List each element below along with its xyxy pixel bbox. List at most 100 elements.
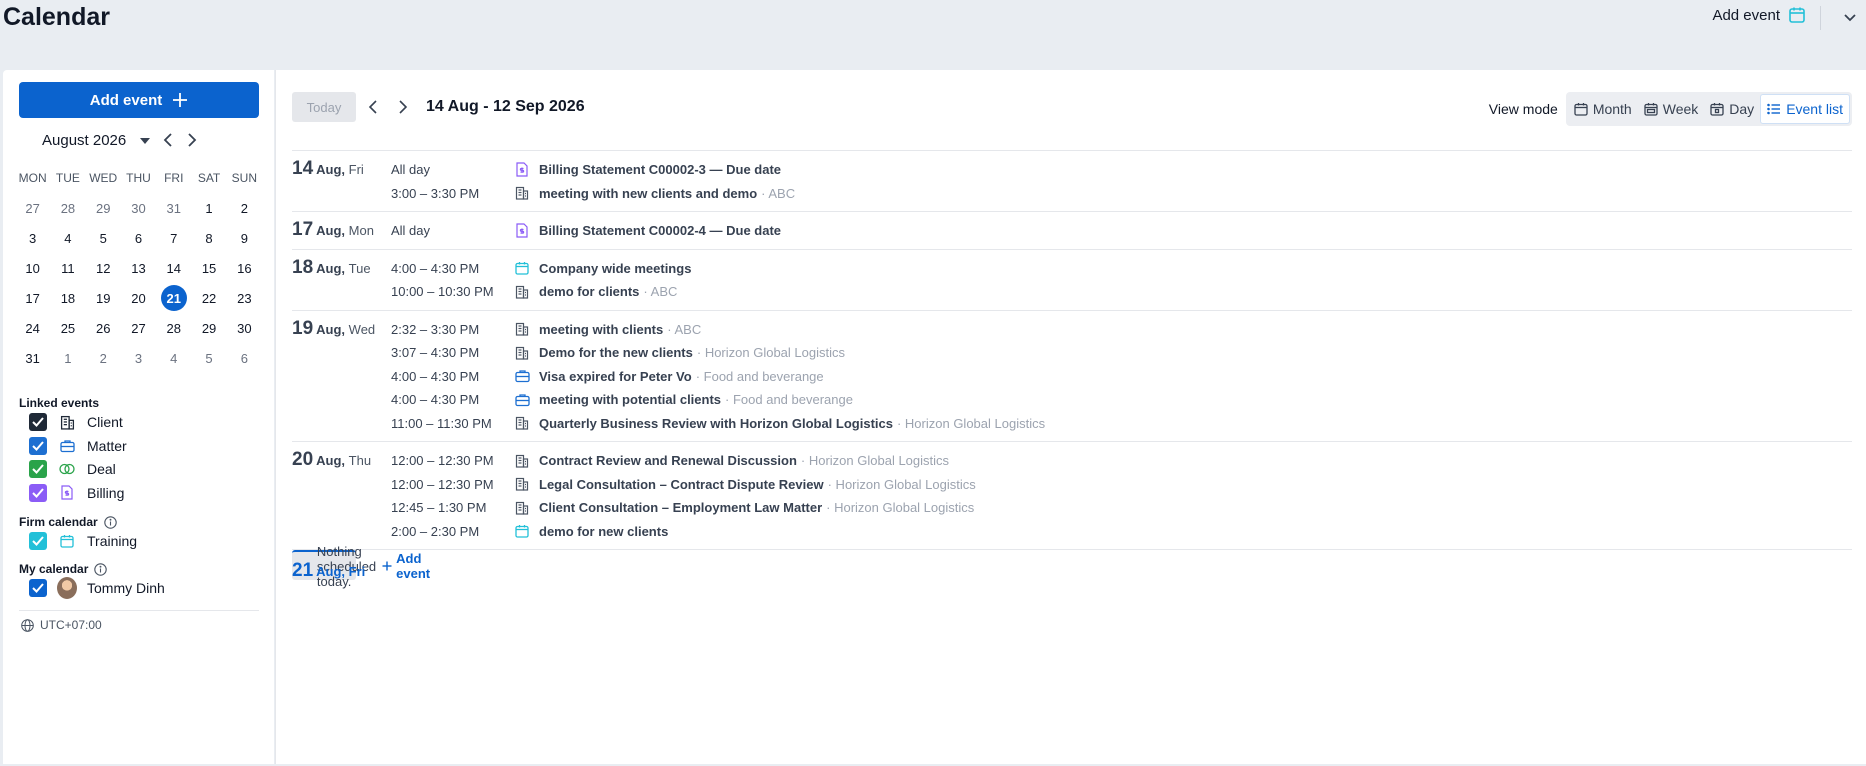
calendar-day-cell[interactable]: 29: [86, 195, 121, 221]
event-title[interactable]: demo for clients: [539, 284, 639, 299]
event-row[interactable]: 4:00 – 4:30 PM Visa expired for Peter Vo ·…: [391, 365, 1852, 389]
calendar-day-cell[interactable]: 17: [15, 285, 50, 311]
event-row[interactable]: 3:07 – 4:30 PM Demo for the new clients · …: [391, 341, 1852, 365]
add-event-link[interactable]: Add event: [382, 551, 430, 581]
calendar-filter-tommy-dinh[interactable]: Tommy Dinh: [29, 577, 165, 599]
calendar-day-cell[interactable]: 2: [86, 345, 121, 371]
calendar-day-cell[interactable]: 3: [121, 345, 156, 371]
event-row[interactable]: 12:00 – 12:30 PM Legal Consultation – Con…: [391, 473, 1852, 497]
calendar-day-cell[interactable]: 1: [50, 345, 85, 371]
event-title[interactable]: Billing Statement C00002-4 — Due date: [539, 223, 781, 238]
info-icon[interactable]: [94, 562, 108, 576]
event-title[interactable]: meeting with potential clients: [539, 392, 721, 407]
calendar-day-cell[interactable]: 8: [191, 225, 226, 251]
prev-range-button[interactable]: [360, 92, 386, 122]
event-title[interactable]: Demo for the new clients: [539, 345, 693, 360]
calendar-day-cell[interactable]: 6: [227, 345, 262, 371]
calendar-day-cell[interactable]: 5: [86, 225, 121, 251]
calendar-day-cell[interactable]: 25: [50, 315, 85, 341]
calendar-day-cell[interactable]: 31: [156, 195, 191, 221]
event-row[interactable]: 2:32 – 3:30 PM meeting with clients · ABC: [391, 318, 1852, 342]
calendar-day-cell[interactable]: 18: [50, 285, 85, 311]
next-month-button[interactable]: [185, 132, 199, 148]
event-title[interactable]: Contract Review and Renewal Discussion: [539, 453, 797, 468]
next-range-button[interactable]: [390, 92, 416, 122]
event-title[interactable]: Company wide meetings: [539, 261, 691, 276]
event-row[interactable]: All day Billing Statement C00002-3 — Due …: [391, 158, 1852, 182]
calendar-day-cell[interactable]: 27: [121, 315, 156, 341]
calendar-day-cell[interactable]: 29: [191, 315, 226, 341]
calendar-day-cell[interactable]: 10: [15, 255, 50, 281]
calendar-day-cell[interactable]: 19: [86, 285, 121, 311]
calendar-day-cell[interactable]: 22: [191, 285, 226, 311]
calendar-filter-billing[interactable]: Billing: [29, 482, 124, 504]
event-row[interactable]: 3:00 – 3:30 PM meeting with new clients a…: [391, 182, 1852, 206]
view-event-list-button[interactable]: Event list: [1760, 94, 1850, 124]
calendar-day-cell[interactable]: 28: [50, 195, 85, 221]
view-week-button[interactable]: Week: [1638, 94, 1705, 124]
calendar-day-cell[interactable]: 4: [50, 225, 85, 251]
calendar-day-cell[interactable]: 16: [227, 255, 262, 281]
event-title[interactable]: Quarterly Business Review with Horizon G…: [539, 416, 893, 431]
calendar-day-number: 3: [134, 350, 143, 366]
calendar-day-cell[interactable]: 14: [156, 255, 191, 281]
calendar-filter-training[interactable]: Training: [29, 530, 137, 552]
calendar-filter-deal[interactable]: Deal: [29, 458, 116, 480]
info-icon[interactable]: [103, 515, 117, 529]
event-row[interactable]: 11:00 – 11:30 PM Quarterly Business Revie…: [391, 412, 1852, 436]
calendar-day-cell[interactable]: 6: [121, 225, 156, 251]
calendar-day-cell[interactable]: 30: [227, 315, 262, 341]
event-row[interactable]: 12:45 – 1:30 PM Client Consultation – Emp…: [391, 496, 1852, 520]
calendar-day-cell[interactable]: 28: [156, 315, 191, 341]
event-row[interactable]: 2:00 – 2:30 PM demo for new clients: [391, 520, 1852, 544]
calendar-day-cell[interactable]: 5: [191, 345, 226, 371]
event-title[interactable]: Client Consultation – Employment Law Mat…: [539, 500, 822, 515]
chevron-down-icon[interactable]: [1842, 9, 1858, 25]
checkbox[interactable]: [29, 579, 47, 597]
event-row[interactable]: 4:00 – 4:30 PM Company wide meetings: [391, 257, 1852, 281]
day-group: 17 Aug, Mon All day Billing Statement C0000…: [292, 212, 1852, 250]
calendar-day-cell[interactable]: 30: [121, 195, 156, 221]
calendar-filter-client[interactable]: Client: [29, 411, 123, 433]
calendar-day-cell[interactable]: 4: [156, 345, 191, 371]
month-picker[interactable]: August 2026: [42, 132, 151, 149]
event-row[interactable]: 12:00 – 12:30 PM Contract Review and Rene…: [391, 449, 1852, 473]
today-button[interactable]: Today: [292, 92, 356, 122]
calendar-day-cell[interactable]: 13: [121, 255, 156, 281]
calendar-day-cell[interactable]: 31: [15, 345, 50, 371]
view-day-button[interactable]: Day: [1704, 94, 1760, 124]
calendar-filter-matter[interactable]: Matter: [29, 435, 127, 457]
prev-month-button[interactable]: [161, 132, 175, 148]
event-row[interactable]: 10:00 – 10:30 PM demo for clients · ABC: [391, 280, 1852, 304]
view-month-button[interactable]: Month: [1568, 94, 1638, 124]
calendar-day-cell[interactable]: 23: [227, 285, 262, 311]
add-event-button[interactable]: Add event: [19, 82, 259, 118]
calendar-day-cell[interactable]: 11: [50, 255, 85, 281]
calendar-day-cell[interactable]: 20: [121, 285, 156, 311]
calendar-day-cell[interactable]: 27: [15, 195, 50, 221]
calendar-day-cell[interactable]: 9: [227, 225, 262, 251]
calendar-day-cell[interactable]: 26: [86, 315, 121, 341]
event-title[interactable]: demo for new clients: [539, 524, 668, 539]
checkbox[interactable]: [29, 413, 47, 431]
event-title[interactable]: Billing Statement C00002-3 — Due date: [539, 162, 781, 177]
calendar-day-cell[interactable]: 12: [86, 255, 121, 281]
event-title[interactable]: meeting with clients: [539, 322, 663, 337]
checkbox[interactable]: [29, 483, 47, 502]
calendar-day-cell[interactable]: 7: [156, 225, 191, 251]
calendar-day-cell[interactable]: 15: [191, 255, 226, 281]
event-title[interactable]: Visa expired for Peter Vo: [539, 369, 692, 384]
event-row[interactable]: 4:00 – 4:30 PM meeting with potential cli…: [391, 388, 1852, 412]
calendar-day-cell[interactable]: 3: [15, 225, 50, 251]
checkbox[interactable]: [29, 460, 47, 478]
event-title[interactable]: meeting with new clients and demo: [539, 186, 757, 201]
event-title[interactable]: Legal Consultation – Contract Dispute Re…: [539, 477, 824, 492]
calendar-day-cell[interactable]: 1: [191, 195, 226, 221]
header-add-event-button[interactable]: Add event: [1712, 6, 1806, 24]
calendar-day-cell[interactable]: 24: [15, 315, 50, 341]
checkbox[interactable]: [29, 532, 47, 550]
event-row[interactable]: All day Billing Statement C00002-4 — Due …: [391, 219, 1852, 243]
calendar-day-cell[interactable]: 21: [156, 285, 191, 311]
calendar-day-cell[interactable]: 2: [227, 195, 262, 221]
checkbox[interactable]: [29, 436, 47, 455]
